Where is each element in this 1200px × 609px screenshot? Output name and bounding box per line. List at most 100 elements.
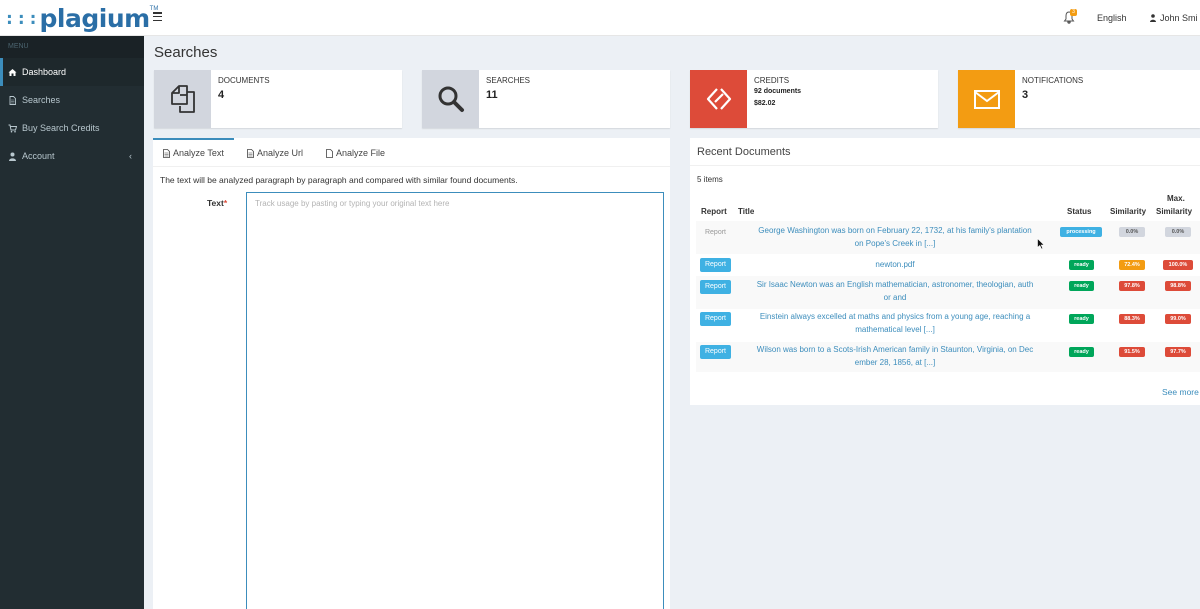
plagium-logo[interactable]: ::: plagium TM [0,0,158,36]
document-title-link[interactable]: George Washington was born on February 2… [738,225,1052,250]
report-button[interactable]: Report [700,258,731,272]
info-box-documents[interactable]: DOCUMENTS 4 [154,70,402,128]
column-header-title: Title [738,207,755,216]
status-badge: ready [1069,347,1094,357]
sidebar-item-label: Buy Search Credits [22,123,100,133]
text-field-label: Text* [207,198,227,208]
report-button[interactable]: Report [700,280,731,294]
info-box-notifications[interactable]: NOTIFICATIONS 3 [958,70,1200,128]
recent-documents-panel: Recent Documents 5 items Report Title St… [690,138,1200,405]
sidebar-item-account[interactable]: Account ‹ [0,142,144,170]
status-badge: ready [1069,314,1094,324]
status-badge: ready [1069,260,1094,270]
column-header-report: Report [701,207,727,216]
max-similarity-badge: 99.0% [1165,314,1191,324]
document-title-line: ember 28, 1856, at [...] [854,357,936,367]
document-title-link[interactable]: Sir Isaac Newton was an English mathemat… [738,279,1052,304]
column-header-status: Status [1067,207,1092,216]
table-row: Report George Washington was born on Feb… [696,221,1200,254]
info-box-value: 3 [1022,89,1029,101]
document-title-line: Sir Isaac Newton was an English mathemat… [756,280,1034,289]
logo-dots: ::: [4,7,40,29]
info-box-value: 11 [486,89,498,101]
user-icon [1150,14,1156,22]
info-box-label: DOCUMENTS [218,76,270,85]
document-title-line: or and [883,292,907,302]
user-name: John Smi [1160,13,1198,23]
analyze-panel: Analyze Text Analyze Url Analyze File Th… [153,138,670,609]
home-icon [8,68,17,76]
cart-icon [8,124,17,132]
table-row: Report Einstein always excelled at maths… [696,309,1200,342]
column-header-similarity: Similarity [1110,207,1147,216]
table-row: Report Sir Isaac Newton was an English m… [696,276,1200,309]
similarity-badge: 91.5% [1119,347,1145,357]
file-icon [9,95,16,105]
logo-text: plagium [39,3,151,33]
file-text-icon [163,148,170,158]
document-title-link[interactable]: Wilson was born to a Scots-Irish America… [738,344,1052,369]
sidebar: MENU Dashboard Searches Buy Search Credi… [0,36,144,609]
sidebar-item-searches[interactable]: Searches [0,86,144,114]
similarity-badge: 0.0% [1119,227,1145,237]
credits-documents: 92 documents [754,88,802,95]
max-similarity-badge: 98.8% [1165,281,1191,291]
sidebar-item-label: Searches [22,95,61,105]
document-title-line: Wilson was born to a Scots-Irish America… [756,345,1034,354]
table-row: Report newton.pdf ready 72.4% 100.0% [696,254,1200,276]
recent-documents-title: Recent Documents [697,146,791,158]
envelope-icon [958,70,1015,128]
file-text-icon [247,148,254,158]
info-box-searches[interactable]: SEARCHES 11 [422,70,670,128]
sidebar-item-label: Account [22,151,55,161]
text-input[interactable] [246,192,664,609]
info-box-value: 4 [218,89,225,101]
status-badge: ready [1069,281,1094,291]
max-similarity-badge: 97.7% [1165,347,1191,357]
status-badge: processing [1060,227,1102,237]
language-selector[interactable]: English [1097,13,1127,23]
report-button[interactable]: Report [700,312,731,326]
tab-label: Analyze File [336,148,386,158]
similarity-badge: 88.3% [1119,314,1145,324]
table-row: Report Wilson was born to a Scots-Irish … [696,342,1200,372]
tab-analyze-file[interactable]: Analyze File [326,148,385,158]
info-box-credits[interactable]: CREDITS 92 documents $82.02 [690,70,938,128]
tab-analyze-url[interactable]: Analyze Url [247,148,303,158]
menu-header: MENU [0,36,144,58]
sidebar-item-dashboard[interactable]: Dashboard [0,58,144,86]
similarity-badge: 97.8% [1119,281,1145,291]
info-box-label: CREDITS [754,76,790,85]
items-count: 5 items [697,175,723,184]
max-similarity-badge: 100.0% [1163,260,1193,270]
documents-icon [154,70,211,128]
report-button[interactable]: Report [700,345,731,359]
report-button[interactable]: Report [700,226,731,240]
see-more-link[interactable]: See more [1162,387,1199,397]
info-box-label: NOTIFICATIONS [1022,76,1084,85]
sidebar-toggle-icon[interactable] [153,12,162,21]
document-title-line: mathematical level [...] [855,324,935,334]
similarity-badge: 72.4% [1119,260,1145,270]
info-box-label: SEARCHES [486,76,531,85]
tab-label: Analyze Url [257,148,304,158]
tab-analyze-text[interactable]: Analyze Text [153,138,234,158]
divider [690,165,1200,166]
top-header: ::: plagium TM 3 English John Smi [0,0,1200,36]
sidebar-item-label: Dashboard [22,67,67,77]
document-title-line: George Washington was born on February 2… [758,226,1032,235]
text-label: Text [207,198,224,208]
user-menu[interactable]: John Smi [1150,13,1198,23]
credits-icon [690,70,747,128]
mouse-cursor-icon [1037,238,1045,250]
tab-label: Analyze Text [173,148,224,158]
notification-count-badge: 3 [1070,9,1077,16]
sidebar-item-buy-search-credits[interactable]: Buy Search Credits [0,114,144,142]
document-title-link[interactable]: Einstein always excelled at maths and ph… [738,311,1052,336]
document-title-link[interactable]: newton.pdf [738,259,1052,272]
notifications-bell-icon[interactable]: 3 [1063,9,1077,25]
column-header-max-line1: Max. [1167,194,1185,203]
page-title: Searches [154,44,218,61]
search-icon [422,70,479,128]
max-similarity-badge: 0.0% [1165,227,1191,237]
